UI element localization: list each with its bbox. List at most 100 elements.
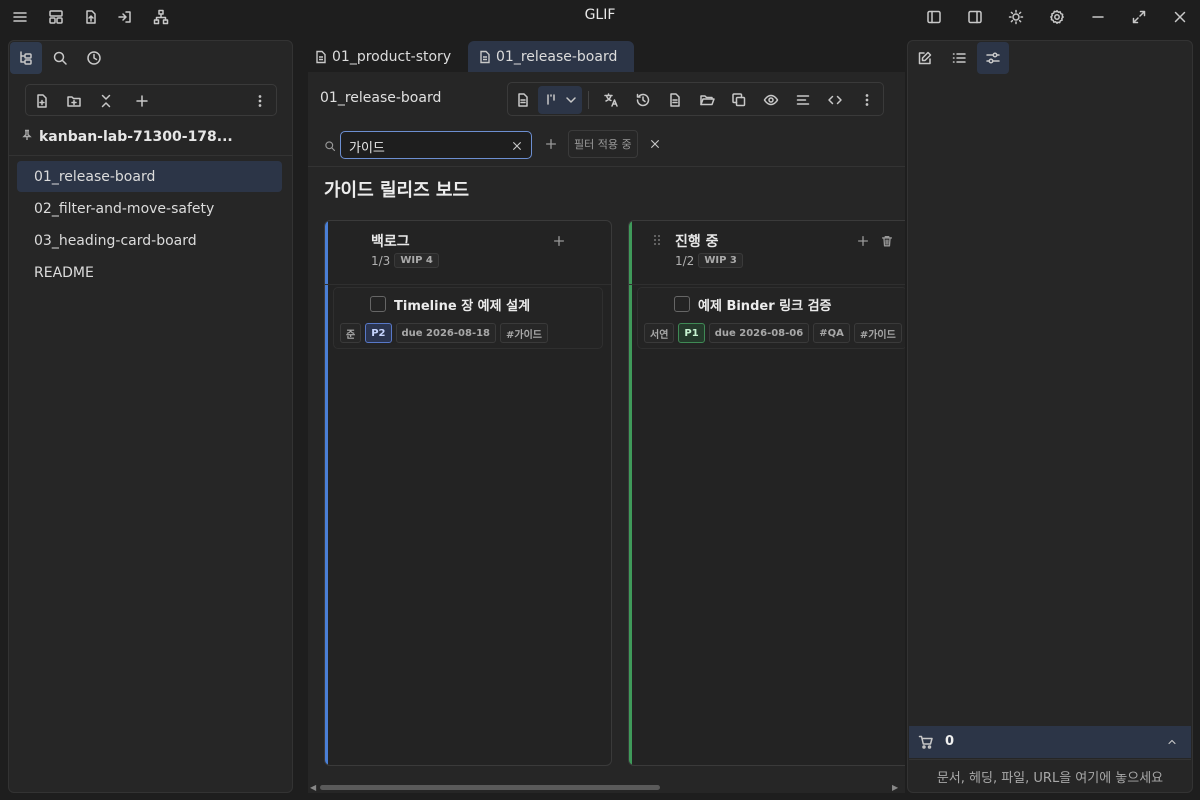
eye-icon[interactable] bbox=[758, 87, 784, 113]
settings-gear-icon[interactable] bbox=[1045, 5, 1069, 29]
align-icon[interactable] bbox=[790, 87, 816, 113]
owner-badge: 준 bbox=[340, 323, 362, 343]
board-title: 가이드 릴리즈 보드 bbox=[324, 180, 470, 201]
lane-title[interactable]: 백로그 bbox=[371, 231, 410, 251]
remove-filter-button[interactable] bbox=[644, 133, 666, 155]
divider bbox=[325, 284, 611, 285]
file-text-icon[interactable] bbox=[662, 87, 688, 113]
file-item[interactable]: 02_filter-and-move-safety bbox=[17, 193, 282, 224]
maximize-icon[interactable] bbox=[1127, 5, 1151, 29]
file-item[interactable]: 03_heading-card-board bbox=[17, 225, 282, 256]
view-toolbar bbox=[507, 82, 884, 116]
lane-color-bar bbox=[629, 221, 632, 765]
kanban-card[interactable]: 예제 Binder 링크 검증 서연 P1 due 2026-08-06 #QA… bbox=[637, 287, 905, 349]
document-icon bbox=[316, 50, 326, 63]
sliders-icon[interactable] bbox=[977, 42, 1009, 74]
clear-filter-icon[interactable] bbox=[507, 136, 527, 156]
copy-icon[interactable] bbox=[726, 87, 752, 113]
tab-release-board[interactable]: 01_release-board bbox=[468, 41, 634, 72]
file-item[interactable]: 01_release-board bbox=[17, 161, 282, 192]
add-filter-button[interactable] bbox=[540, 133, 562, 155]
add-card-button[interactable] bbox=[853, 231, 873, 251]
history-icon[interactable] bbox=[630, 87, 656, 113]
new-folder-icon[interactable] bbox=[62, 89, 86, 113]
cart-icon bbox=[917, 733, 935, 751]
edit-icon[interactable] bbox=[909, 42, 941, 74]
search-icon bbox=[322, 138, 338, 154]
file-item-label: README bbox=[34, 264, 94, 281]
cart-count: 0 bbox=[945, 734, 955, 749]
lane-title[interactable]: 진행 중 bbox=[675, 231, 719, 251]
lane-count: 1/3 WIP 4 bbox=[371, 253, 439, 268]
vault-name-label: kanban-lab-71300-178... bbox=[39, 129, 233, 145]
lane-in-progress: 진행 중 1/2 WIP 3 예제 Binder 링크 검증 서연 P1 due… bbox=[628, 220, 905, 766]
horizontal-scrollbar[interactable]: ◀ ▶ bbox=[308, 781, 905, 793]
history-clock-icon[interactable] bbox=[78, 42, 110, 74]
right-sidebar-toggle-icon[interactable] bbox=[963, 5, 987, 29]
drag-handle-icon[interactable] bbox=[651, 233, 663, 247]
minimize-icon[interactable] bbox=[1086, 5, 1110, 29]
right-sidebar: 0 문서, 헤딩, 파일, URL을 여기에 놓으세요 bbox=[907, 40, 1193, 793]
card-meta: 준 P2 due 2026-08-18 #가이드 bbox=[340, 323, 548, 343]
tag-badge[interactable]: #가이드 bbox=[500, 323, 548, 343]
drop-zone-hint[interactable]: 문서, 헤딩, 파일, URL을 여기에 놓으세요 bbox=[909, 759, 1191, 792]
close-icon[interactable] bbox=[1168, 5, 1192, 29]
lane-count: 1/2 WIP 3 bbox=[675, 253, 743, 268]
lane-color-bar bbox=[325, 221, 328, 765]
theme-sun-icon[interactable] bbox=[1004, 5, 1028, 29]
tag-badge[interactable]: #가이드 bbox=[853, 323, 902, 343]
trash-icon[interactable] bbox=[877, 231, 897, 251]
chevron-down-icon[interactable] bbox=[558, 87, 584, 113]
tab-label: 01_release-board bbox=[496, 48, 618, 65]
list-icon[interactable] bbox=[943, 42, 975, 74]
due-badge: due 2026-08-18 bbox=[395, 323, 497, 343]
file-item-label: 02_filter-and-move-safety bbox=[34, 200, 215, 217]
lane-count-label: 1/2 bbox=[675, 253, 695, 268]
tab-product-story[interactable]: 01_product-story bbox=[304, 41, 461, 72]
filter-active-chip: 필터 적용 중 bbox=[568, 130, 638, 158]
board-view: 01_release-board 가이드 필터 적용 중 가이드 릴리즈 보드 … bbox=[308, 72, 905, 793]
add-icon[interactable] bbox=[130, 89, 154, 113]
wip-badge: WIP 3 bbox=[698, 253, 743, 268]
document-icon bbox=[480, 50, 490, 63]
kanban-card[interactable]: Timeline 장 예제 설계 준 P2 due 2026-08-18 #가이… bbox=[333, 287, 603, 349]
document-icon[interactable] bbox=[510, 87, 536, 113]
card-checkbox[interactable] bbox=[674, 296, 690, 312]
view-title: 01_release-board bbox=[320, 90, 442, 106]
more-vertical-icon[interactable] bbox=[248, 89, 272, 113]
priority-badge: P1 bbox=[678, 323, 705, 343]
left-sidebar: kanban-lab-71300-178... 01_release-board… bbox=[8, 40, 293, 793]
title-bar: GLIF bbox=[0, 0, 1200, 34]
filter-input[interactable] bbox=[349, 136, 499, 156]
card-title: Timeline 장 예제 설계 bbox=[394, 299, 531, 314]
file-toolbar bbox=[25, 84, 277, 116]
file-tree-icon[interactable] bbox=[10, 42, 42, 74]
lane-backlog: 백로그 1/3 WIP 4 Timeline 장 예제 설계 준 P2 due … bbox=[324, 220, 612, 766]
cart-bar[interactable]: 0 bbox=[909, 726, 1191, 758]
pin-icon bbox=[21, 129, 33, 145]
tag-badge[interactable]: #QA bbox=[813, 323, 850, 343]
file-item[interactable]: README bbox=[17, 257, 282, 288]
chevron-up-icon[interactable] bbox=[1163, 733, 1181, 751]
more-vertical-icon[interactable] bbox=[854, 87, 880, 113]
collapse-all-icon[interactable] bbox=[94, 89, 118, 113]
file-item-label: 01_release-board bbox=[34, 168, 156, 185]
file-item-label: 03_heading-card-board bbox=[34, 232, 197, 249]
due-badge: due 2026-08-06 bbox=[708, 323, 810, 343]
card-checkbox[interactable] bbox=[370, 296, 386, 312]
priority-badge: P2 bbox=[365, 323, 392, 343]
scroll-right-icon[interactable]: ▶ bbox=[892, 783, 900, 792]
folder-open-icon[interactable] bbox=[694, 87, 720, 113]
left-sidebar-toggle-icon[interactable] bbox=[922, 5, 946, 29]
editor-area: 01_product-story 01_release-board 01_rel… bbox=[300, 40, 905, 793]
vault-name[interactable]: kanban-lab-71300-178... bbox=[21, 129, 233, 145]
scroll-left-icon[interactable]: ◀ bbox=[310, 783, 318, 792]
card-meta: 서연 P1 due 2026-08-06 #QA #가이드 bbox=[644, 323, 902, 343]
lane-count-label: 1/3 bbox=[371, 253, 391, 268]
scrollbar-thumb[interactable] bbox=[320, 785, 660, 790]
new-file-icon[interactable] bbox=[30, 89, 54, 113]
search-icon[interactable] bbox=[44, 42, 76, 74]
add-card-button[interactable] bbox=[549, 231, 569, 251]
code-icon[interactable] bbox=[822, 87, 848, 113]
translate-icon[interactable] bbox=[598, 87, 624, 113]
